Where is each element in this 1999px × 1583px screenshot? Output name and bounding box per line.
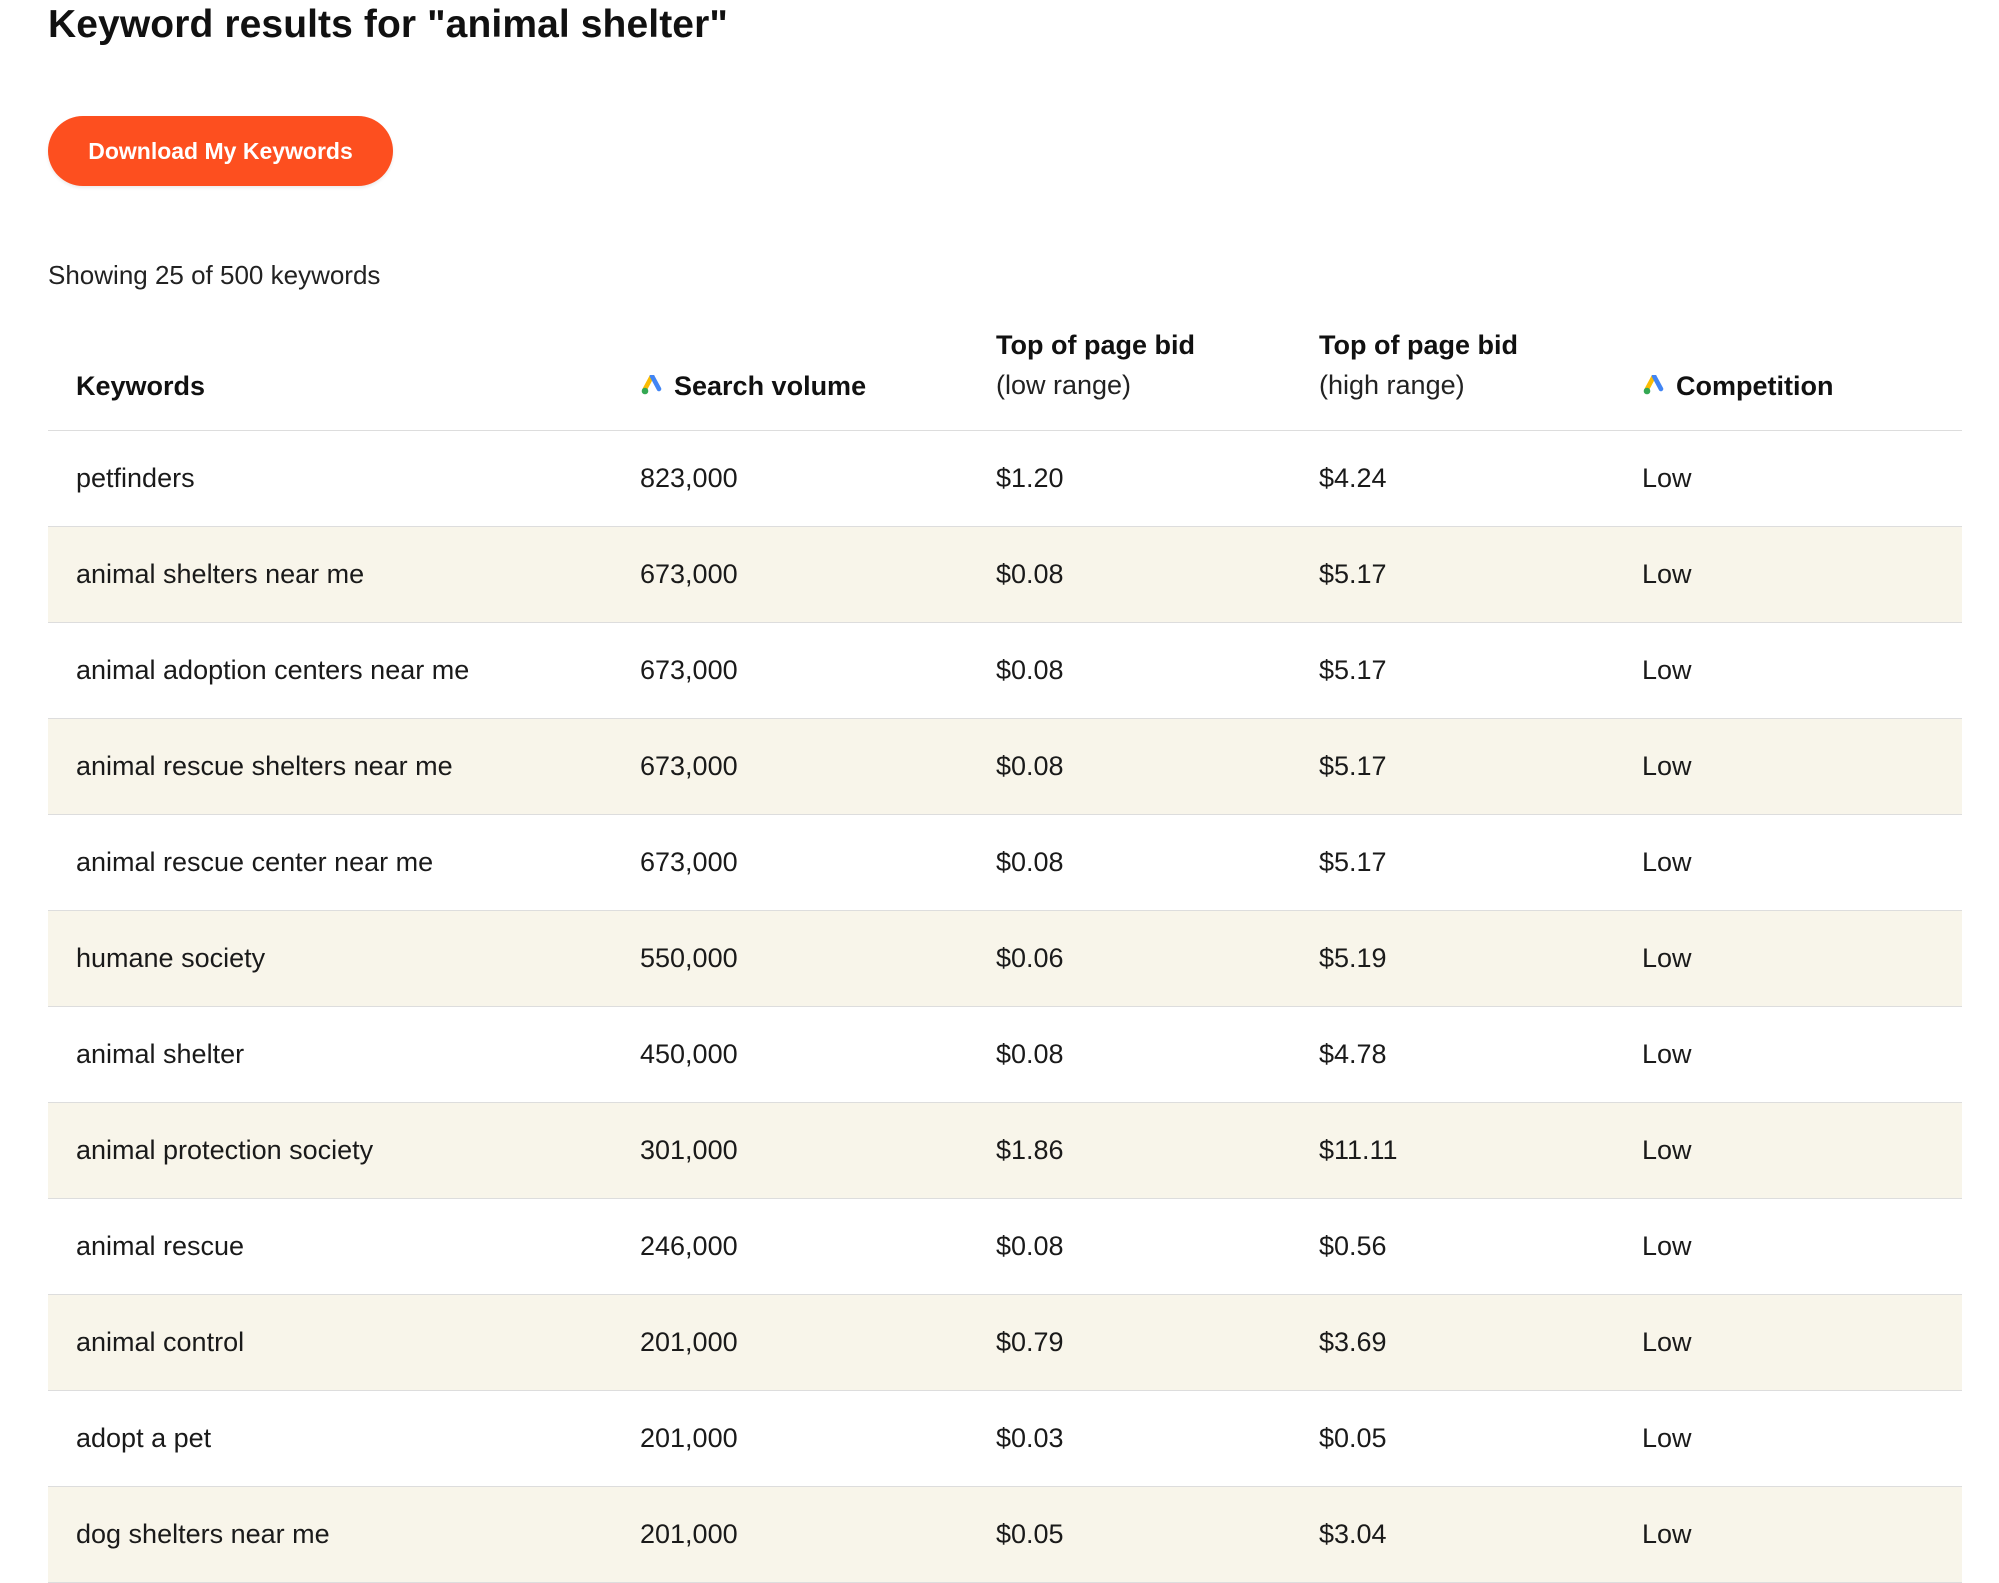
cell-bid-low: $0.08 [996, 622, 1319, 719]
cell-competition: Low [1642, 1390, 1962, 1487]
cell-bid-high: $0.05 [1319, 1390, 1642, 1487]
cell-keyword: animal rescue shelters near me [48, 718, 640, 815]
column-header-bid-low: Top of page bid (low range) [996, 322, 1319, 431]
column-header-label: Search volume [674, 370, 867, 401]
cell-search-volume: 301,000 [640, 1102, 996, 1199]
table-row: animal rescue 246,000 $0.08 $0.56 Low [48, 1198, 1962, 1295]
cell-keyword: animal rescue center near me [48, 814, 640, 911]
cell-bid-low: $1.20 [996, 430, 1319, 527]
cell-bid-high: $4.24 [1319, 430, 1642, 527]
column-header-bid-high: Top of page bid (high range) [1319, 322, 1642, 431]
table-row: adopt a pet 201,000 $0.03 $0.05 Low [48, 1390, 1962, 1487]
cell-keyword: animal protection society [48, 1102, 640, 1199]
table-row: animal rescue shelters near me 673,000 $… [48, 718, 1962, 815]
column-header-sublabel: (high range) [1319, 370, 1465, 400]
cell-bid-low: $0.05 [996, 1486, 1319, 1583]
download-keywords-button[interactable]: Download My Keywords [48, 116, 393, 186]
cell-bid-high: $3.04 [1319, 1486, 1642, 1583]
cell-bid-high: $5.17 [1319, 814, 1642, 911]
cell-search-volume: 201,000 [640, 1486, 996, 1583]
cell-search-volume: 673,000 [640, 718, 996, 815]
cell-competition: Low [1642, 1486, 1962, 1583]
table-row: animal control 201,000 $0.79 $3.69 Low [48, 1294, 1962, 1391]
column-header-label: Top of page bid [1319, 330, 1518, 360]
cell-bid-high: $5.17 [1319, 718, 1642, 815]
cell-search-volume: 673,000 [640, 622, 996, 719]
cell-keyword: dog shelters near me [48, 1486, 640, 1583]
cell-keyword: animal rescue [48, 1198, 640, 1295]
cell-keyword: animal adoption centers near me [48, 622, 640, 719]
cell-keyword: humane society [48, 910, 640, 1007]
cell-bid-low: $0.79 [996, 1294, 1319, 1391]
cell-bid-low: $1.86 [996, 1102, 1319, 1199]
table-header-row: Keywords Search volume Top of page bid (… [48, 322, 1962, 431]
cell-keyword: adopt a pet [48, 1390, 640, 1487]
table-row: animal shelter 450,000 $0.08 $4.78 Low [48, 1006, 1962, 1103]
table-row: animal rescue center near me 673,000 $0.… [48, 814, 1962, 911]
column-header-search-volume: Search volume [640, 322, 996, 431]
cell-competition: Low [1642, 622, 1962, 719]
keyword-table: Keywords Search volume Top of page bid (… [48, 322, 1962, 1583]
cell-bid-high: $11.11 [1319, 1102, 1642, 1199]
cell-bid-high: $5.19 [1319, 910, 1642, 1007]
cell-search-volume: 450,000 [640, 1006, 996, 1103]
cell-bid-low: $0.08 [996, 718, 1319, 815]
cell-keyword: animal shelter [48, 1006, 640, 1103]
cell-search-volume: 673,000 [640, 814, 996, 911]
table-row: animal shelters near me 673,000 $0.08 $5… [48, 526, 1962, 623]
cell-competition: Low [1642, 1294, 1962, 1391]
cell-search-volume: 201,000 [640, 1294, 996, 1391]
cell-search-volume: 673,000 [640, 526, 996, 623]
cell-search-volume: 550,000 [640, 910, 996, 1007]
cell-keyword: animal shelters near me [48, 526, 640, 623]
page: Keyword results for "animal shelter" Dow… [48, 0, 1962, 1583]
cell-keyword: animal control [48, 1294, 640, 1391]
column-header-label: Keywords [76, 370, 206, 401]
cell-competition: Low [1642, 718, 1962, 815]
cell-search-volume: 201,000 [640, 1390, 996, 1487]
cell-competition: Low [1642, 1198, 1962, 1295]
column-header-label: Top of page bid [996, 330, 1195, 360]
column-header-label: Competition [1676, 370, 1834, 401]
cell-bid-low: $0.08 [996, 814, 1319, 911]
cell-search-volume: 823,000 [640, 430, 996, 527]
cell-bid-low: $0.08 [996, 1198, 1319, 1295]
table-row: dog shelters near me 201,000 $0.05 $3.04… [48, 1486, 1962, 1583]
column-header-sublabel: (low range) [996, 370, 1132, 400]
cell-competition: Low [1642, 1006, 1962, 1103]
cell-keyword: petfinders [48, 430, 640, 527]
page-title: Keyword results for "animal shelter" [48, 3, 728, 46]
cell-competition: Low [1642, 526, 1962, 623]
column-header-competition: Competition [1642, 322, 1962, 431]
google-ads-icon [1643, 375, 1664, 395]
cell-bid-high: $5.17 [1319, 526, 1642, 623]
cell-bid-low: $0.08 [996, 1006, 1319, 1103]
cell-competition: Low [1642, 430, 1962, 527]
cell-bid-low: $0.06 [996, 910, 1319, 1007]
cell-bid-high: $0.56 [1319, 1198, 1642, 1295]
cell-search-volume: 246,000 [640, 1198, 996, 1295]
table-row: humane society 550,000 $0.06 $5.19 Low [48, 910, 1962, 1007]
cell-bid-low: $0.03 [996, 1390, 1319, 1487]
cell-bid-high: $3.69 [1319, 1294, 1642, 1391]
cell-bid-high: $5.17 [1319, 622, 1642, 719]
keyword-table-container: Keywords Search volume Top of page bid (… [48, 322, 1962, 1583]
google-ads-icon [641, 375, 662, 395]
table-row: animal adoption centers near me 673,000 … [48, 622, 1962, 719]
results-count: Showing 25 of 500 keywords [48, 260, 381, 290]
cell-competition: Low [1642, 1102, 1962, 1199]
table-row: petfinders 823,000 $1.20 $4.24 Low [48, 430, 1962, 527]
cell-bid-high: $4.78 [1319, 1006, 1642, 1103]
cell-competition: Low [1642, 814, 1962, 911]
column-header-keywords: Keywords [48, 322, 640, 431]
cell-bid-low: $0.08 [996, 526, 1319, 623]
table-row: animal protection society 301,000 $1.86 … [48, 1102, 1962, 1199]
cell-competition: Low [1642, 910, 1962, 1007]
